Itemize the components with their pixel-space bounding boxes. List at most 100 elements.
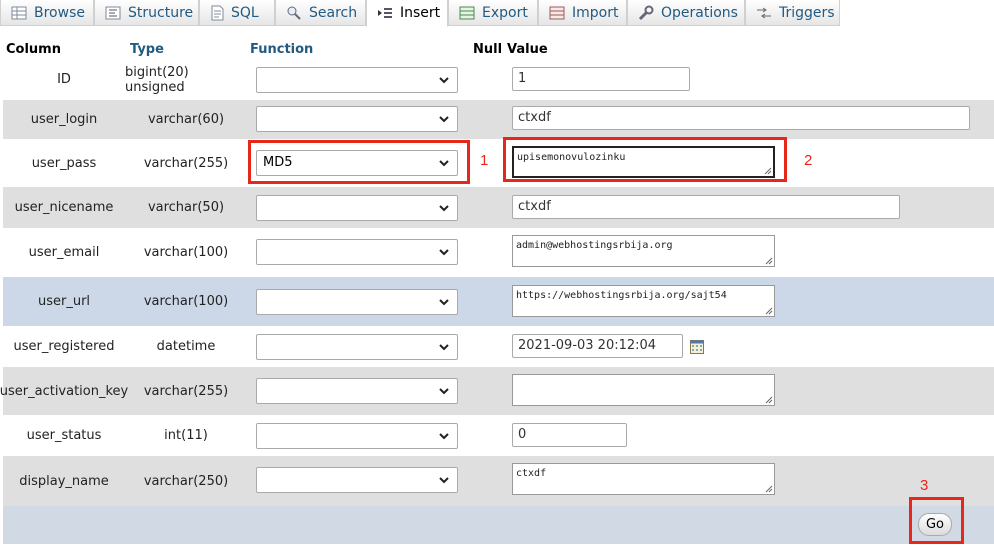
tab-sql[interactable]: SQL [199, 0, 275, 26]
table-row: display_name varchar(250) ctxdf [3, 456, 994, 506]
export-icon [459, 6, 475, 19]
column-name: user_pass [31, 155, 97, 171]
table-header: Column Type Function Null Value [0, 39, 994, 59]
chevron-down-icon [439, 116, 449, 123]
function-select[interactable] [256, 67, 458, 93]
resize-grip-icon [765, 307, 773, 315]
column-name: user_login [30, 112, 98, 127]
annotation-box-value [503, 137, 787, 182]
table-row: user_activation_key varchar(255) [0, 367, 994, 415]
column-name: user_status [26, 428, 102, 443]
tab-label: Search [309, 4, 358, 21]
function-select[interactable] [256, 423, 458, 449]
column-type: datetime [156, 339, 216, 354]
chevron-down-icon [439, 477, 449, 484]
annotation-number-1: 1 [480, 152, 489, 169]
value-input[interactable]: ctxdf [512, 195, 900, 219]
value-textarea[interactable]: ctxdf [512, 463, 775, 495]
tab-label: Browse [34, 4, 85, 21]
table-row: ID bigint(20) unsigned 1 [3, 59, 994, 100]
chevron-down-icon [439, 433, 449, 440]
column-name: user_nicename [14, 200, 114, 215]
annotation-box-go [909, 497, 964, 544]
value-input[interactable]: 0 [512, 423, 627, 447]
chevron-down-icon [439, 388, 449, 395]
form-footer [3, 506, 994, 544]
resize-grip-icon [765, 257, 773, 265]
tab-label: Structure [128, 4, 194, 21]
column-name: ID [57, 72, 71, 87]
chevron-down-icon [439, 249, 449, 256]
chevron-down-icon [439, 77, 449, 84]
wrench-icon [638, 5, 654, 20]
column-type: varchar(255) [143, 383, 229, 399]
column-type: varchar(250) [143, 473, 229, 489]
function-select[interactable] [256, 106, 458, 132]
tab-label: Insert [400, 5, 441, 21]
function-select[interactable] [256, 378, 458, 404]
resize-grip-icon [765, 396, 773, 404]
chevron-down-icon [439, 205, 449, 212]
function-select[interactable] [256, 467, 458, 493]
insert-icon [378, 8, 392, 18]
table-row: user_nicename varchar(50) ctxdf [3, 187, 994, 228]
tab-search[interactable]: Search [275, 0, 366, 26]
tab-label: Triggers [779, 4, 835, 21]
tab-triggers[interactable]: Triggers [745, 0, 840, 26]
function-select[interactable] [256, 195, 458, 221]
value-input[interactable]: 2021-09-03 20:12:04 [512, 334, 683, 358]
header-null: Null [473, 42, 503, 57]
tab-browse[interactable]: Browse [0, 0, 94, 26]
chevron-down-icon [439, 344, 449, 351]
column-name: display_name [19, 473, 109, 489]
column-name: user_url [37, 294, 91, 309]
tab-bar: Browse Structure SQL Search Insert Expor… [0, 0, 994, 27]
value-input[interactable]: ctxdf [512, 106, 970, 130]
chevron-down-icon [439, 299, 449, 306]
table-row: user_login varchar(60) ctxdf [3, 100, 994, 139]
import-icon [549, 6, 565, 19]
table-row: user_registered datetime 2021-09-03 20:1… [3, 326, 994, 367]
tab-label: SQL [231, 4, 259, 21]
value-textarea[interactable]: https://webhostingsrbija.org/sajt54 [512, 285, 775, 317]
value-textarea[interactable]: admin@webhostingsrbija.org [512, 235, 775, 267]
tab-operations[interactable]: Operations [627, 0, 745, 26]
column-type: varchar(255) [143, 155, 229, 171]
table-row: user_status int(11) 0 [3, 415, 994, 456]
column-type: varchar(100) [143, 245, 229, 260]
annotation-number-3: 3 [920, 477, 929, 494]
tab-insert[interactable]: Insert [366, 0, 448, 27]
value-input[interactable]: 1 [512, 67, 690, 91]
table-row: user_email varchar(100) admin@webhosting… [3, 228, 994, 277]
sql-icon [211, 5, 224, 20]
function-select[interactable] [256, 239, 458, 265]
column-name: user_registered [13, 339, 115, 354]
triggers-icon [757, 7, 771, 18]
table-row: user_pass varchar(255) MD5 upisemonovulo… [3, 139, 994, 187]
tab-label: Import [572, 4, 619, 21]
tab-export[interactable]: Export [448, 0, 538, 26]
tab-import[interactable]: Import [538, 0, 627, 26]
column-type: bigint(20) unsigned [125, 64, 189, 95]
column-type: varchar(100) [143, 294, 229, 309]
tab-structure[interactable]: Structure [94, 0, 199, 26]
search-icon [287, 6, 301, 20]
header-column: Column [6, 42, 61, 57]
tab-label: Export [482, 4, 528, 21]
column-type: varchar(50) [147, 200, 225, 215]
column-name: user_activation_key [0, 383, 129, 399]
resize-grip-icon [765, 485, 773, 493]
table-row: user_url varchar(100) https://webhosting… [3, 277, 994, 326]
column-type: varchar(60) [147, 112, 225, 127]
header-type[interactable]: Type [130, 42, 164, 57]
column-name: user_email [28, 245, 100, 260]
structure-icon [105, 6, 121, 19]
value-textarea[interactable] [512, 374, 775, 406]
annotation-box-function [248, 140, 470, 184]
header-value: Value [507, 42, 548, 57]
function-select[interactable] [256, 289, 458, 315]
annotation-number-2: 2 [804, 152, 813, 169]
function-select[interactable] [256, 334, 458, 360]
column-type: int(11) [164, 428, 208, 443]
calendar-icon[interactable] [690, 340, 704, 354]
